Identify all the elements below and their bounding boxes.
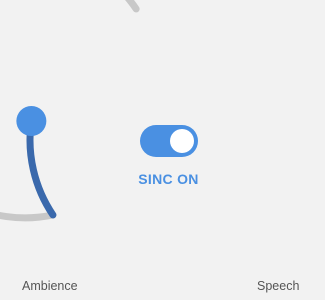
sinc-toggle-switch[interactable] [140, 125, 198, 157]
dial-handle[interactable] [16, 105, 47, 136]
ambience-label: Ambience [22, 279, 78, 293]
speech-label: Speech [257, 279, 300, 293]
sinc-dial-widget: SINC ON Ambience Speech [0, 0, 325, 300]
toggle-knob [170, 129, 194, 153]
sinc-status-label: SINC ON [138, 171, 199, 187]
